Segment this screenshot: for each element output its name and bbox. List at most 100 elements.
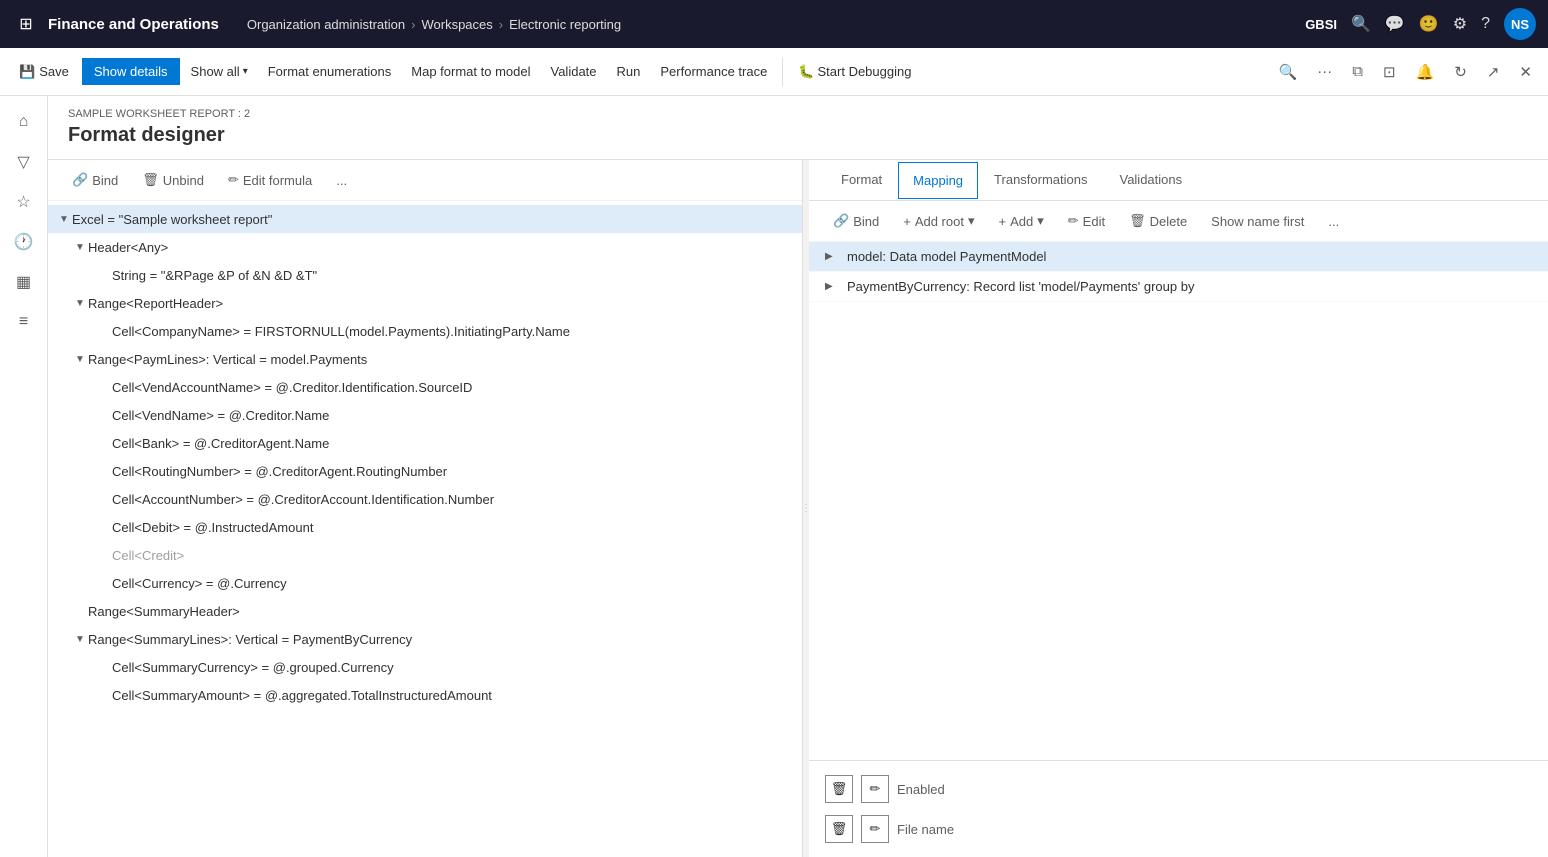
item-label: Cell<VendName> = @.Creditor.Name bbox=[112, 408, 329, 423]
toggle-icon bbox=[96, 575, 112, 591]
tree-item[interactable]: Cell<Bank> = @.CreditorAgent.Name bbox=[48, 429, 802, 457]
more-icon[interactable]: ··· bbox=[1309, 57, 1340, 86]
tree-item[interactable]: Cell<Currency> = @.Currency bbox=[48, 569, 802, 597]
tree-item[interactable]: ▼ Range<SummaryLines>: Vertical = Paymen… bbox=[48, 625, 802, 653]
edit-formula-button[interactable]: ✏ Edit formula bbox=[220, 168, 320, 192]
tab-mapping[interactable]: Mapping bbox=[898, 162, 978, 199]
toggle-icon[interactable]: ▼ bbox=[72, 351, 88, 367]
tree-item[interactable]: Cell<SummaryAmount> = @.aggregated.Total… bbox=[48, 681, 802, 709]
tree-item[interactable]: Cell<VendName> = @.Creditor.Name bbox=[48, 401, 802, 429]
notification-icon[interactable]: 🔔 bbox=[1408, 57, 1443, 87]
filename-edit-btn[interactable]: ✏ bbox=[861, 815, 889, 843]
item-label: Cell<Currency> = @.Currency bbox=[112, 576, 287, 591]
mapping-toolbar: 🔗 Bind + Add root ▾ + Add ▾ ✏ bbox=[809, 201, 1548, 242]
breadcrumb-er[interactable]: Electronic reporting bbox=[509, 17, 621, 32]
add-root-button[interactable]: + Add root ▾ bbox=[895, 209, 982, 233]
mapping-bind-button[interactable]: 🔗 Bind bbox=[825, 209, 887, 233]
toggle-icon[interactable]: ▶ bbox=[825, 251, 841, 262]
sidebar-list-icon[interactable]: ≡ bbox=[6, 304, 42, 340]
tree-item[interactable]: Cell<CompanyName> = FIRSTORNULL(model.Pa… bbox=[48, 317, 802, 345]
bind-button[interactable]: 🔗 Bind bbox=[64, 168, 126, 192]
save-button[interactable]: 💾 Save bbox=[8, 57, 80, 87]
filename-delete-btn[interactable]: 🗑 bbox=[825, 815, 853, 843]
toggle-icon[interactable]: ▼ bbox=[72, 295, 88, 311]
tree-item[interactable]: String = "&RPage &P of &N &D &T" bbox=[48, 261, 802, 289]
toggle-icon bbox=[96, 379, 112, 395]
tree-item[interactable]: Range<SummaryHeader> bbox=[48, 597, 802, 625]
show-all-button[interactable]: Show all bbox=[182, 57, 257, 86]
refresh-icon[interactable]: ↻ bbox=[1446, 57, 1475, 87]
chat-icon[interactable]: 💬 bbox=[1385, 14, 1405, 34]
enabled-edit-btn[interactable]: ✏ bbox=[861, 775, 889, 803]
tree-item[interactable]: Cell<RoutingNumber> = @.CreditorAgent.Ro… bbox=[48, 457, 802, 485]
breadcrumb-workspaces[interactable]: Workspaces bbox=[421, 17, 492, 32]
item-label: Range<SummaryLines>: Vertical = PaymentB… bbox=[88, 632, 412, 647]
format-tree: ▼ Excel = "Sample worksheet report" ▼ He… bbox=[48, 201, 802, 857]
tree-item[interactable]: ▼ Range<PaymLines>: Vertical = model.Pay… bbox=[48, 345, 802, 373]
more-actions-button[interactable]: ... bbox=[328, 169, 355, 192]
app-grid-icon[interactable]: ⊞ bbox=[12, 10, 40, 38]
tab-transformations[interactable]: Transformations bbox=[978, 160, 1103, 201]
smiley-icon[interactable]: 🙂 bbox=[1419, 14, 1439, 34]
validate-button[interactable]: Validate bbox=[542, 57, 606, 86]
tree-item[interactable]: Cell<Debit> = @.InstructedAmount bbox=[48, 513, 802, 541]
add-button[interactable]: + Add ▾ bbox=[991, 209, 1052, 233]
tree-item[interactable]: Cell<Credit> bbox=[48, 541, 802, 569]
toggle-icon[interactable]: ▼ bbox=[72, 631, 88, 647]
sidebar-home-icon[interactable]: ⌂ bbox=[6, 104, 42, 140]
start-debugging-button[interactable]: 🐛 Start Debugging bbox=[789, 57, 920, 87]
search-icon[interactable]: 🔍 bbox=[1351, 14, 1371, 34]
avatar[interactable]: NS bbox=[1504, 8, 1536, 40]
unbind-button[interactable]: 🗑 Unbind bbox=[134, 168, 212, 192]
close-icon[interactable]: ✕ bbox=[1511, 57, 1540, 87]
mapping-more-button[interactable]: ... bbox=[1320, 210, 1347, 233]
open-icon[interactable]: ↗ bbox=[1479, 57, 1508, 87]
edit-icon: ✏ bbox=[228, 172, 239, 188]
toggle-icon[interactable]: ▼ bbox=[56, 211, 72, 227]
help-icon[interactable]: ? bbox=[1481, 15, 1490, 33]
run-button[interactable]: Run bbox=[608, 57, 650, 86]
toggle-icon[interactable]: ▶ bbox=[825, 281, 841, 292]
enabled-row: 🗑 ✏ Enabled bbox=[825, 769, 1532, 809]
tree-item[interactable]: ▼ Range<ReportHeader> bbox=[48, 289, 802, 317]
tab-validations[interactable]: Validations bbox=[1103, 160, 1198, 201]
edit-icon: ✏ bbox=[1068, 213, 1079, 229]
bottom-section: 🗑 ✏ Enabled 🗑 ✏ File name bbox=[809, 760, 1548, 857]
breadcrumb-org[interactable]: Organization administration bbox=[247, 17, 405, 32]
settings-icon[interactable]: ⚙ bbox=[1453, 14, 1467, 34]
sidebar-favorites-icon[interactable]: ☆ bbox=[6, 184, 42, 220]
tree-item[interactable]: ▼ Excel = "Sample worksheet report" bbox=[48, 205, 802, 233]
format-enumerations-button[interactable]: Format enumerations bbox=[259, 57, 401, 86]
show-name-first-button[interactable]: Show name first bbox=[1203, 210, 1312, 233]
mapping-item[interactable]: ▶ model: Data model PaymentModel bbox=[809, 242, 1548, 272]
add-chevron: ▾ bbox=[1037, 213, 1044, 229]
topbar-right: GBSI 🔍 💬 🙂 ⚙ ? NS bbox=[1305, 8, 1536, 40]
tree-item[interactable]: Cell<VendAccountName> = @.Creditor.Ident… bbox=[48, 373, 802, 401]
layout-icon[interactable]: ⊡ bbox=[1375, 57, 1404, 87]
filename-label: File name bbox=[897, 822, 954, 837]
enabled-delete-btn[interactable]: 🗑 bbox=[825, 775, 853, 803]
item-label: Range<PaymLines>: Vertical = model.Payme… bbox=[88, 352, 367, 367]
page-breadcrumb: SAMPLE WORKSHEET REPORT : 2 bbox=[68, 108, 1528, 120]
show-details-button[interactable]: Show details bbox=[82, 58, 180, 85]
sidebar-filter-icon[interactable]: ▽ bbox=[6, 144, 42, 180]
tab-format[interactable]: Format bbox=[825, 160, 898, 201]
save-label: Save bbox=[39, 64, 69, 79]
search-action-icon[interactable]: 🔍 bbox=[1271, 57, 1306, 87]
mapping-tabs: Format Mapping Transformations Validatio… bbox=[809, 160, 1548, 201]
tree-item[interactable]: Cell<SummaryCurrency> = @.grouped.Curren… bbox=[48, 653, 802, 681]
mapping-item[interactable]: ▶ PaymentByCurrency: Record list 'model/… bbox=[809, 272, 1548, 302]
connect-icon[interactable]: ⧉ bbox=[1344, 57, 1371, 86]
item-label: Excel = "Sample worksheet report" bbox=[72, 212, 272, 227]
performance-trace-button[interactable]: Performance trace bbox=[651, 57, 776, 86]
delete-button[interactable]: 🗑 Delete bbox=[1121, 209, 1195, 233]
edit-button[interactable]: ✏ Edit bbox=[1060, 209, 1113, 233]
toggle-icon bbox=[72, 603, 88, 619]
sidebar-recent-icon[interactable]: 🕐 bbox=[6, 224, 42, 260]
map-format-button[interactable]: Map format to model bbox=[402, 57, 539, 86]
tree-item[interactable]: ▼ Header<Any> bbox=[48, 233, 802, 261]
mapping-label: PaymentByCurrency: Record list 'model/Pa… bbox=[847, 279, 1194, 294]
tree-item[interactable]: Cell<AccountNumber> = @.CreditorAccount.… bbox=[48, 485, 802, 513]
sidebar-workspaces-icon[interactable]: ▦ bbox=[6, 264, 42, 300]
toggle-icon[interactable]: ▼ bbox=[72, 239, 88, 255]
